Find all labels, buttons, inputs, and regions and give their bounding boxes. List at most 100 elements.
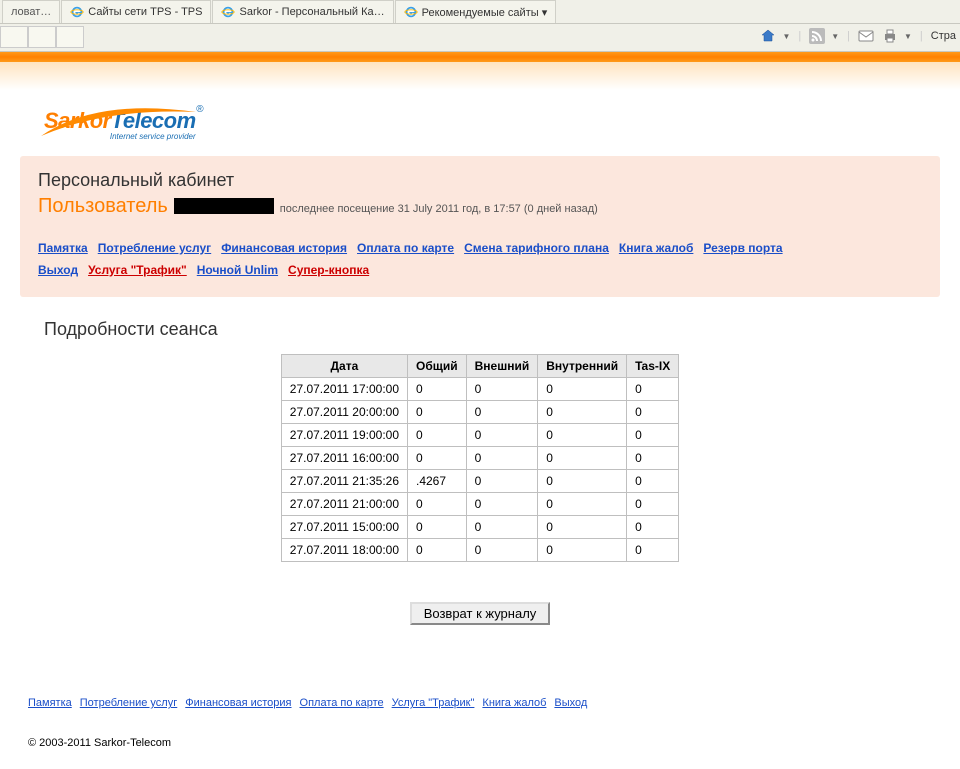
table-cell: 0	[627, 470, 679, 493]
mail-icon[interactable]	[858, 28, 874, 44]
table-row: 27.07.2011 21:00:000000	[281, 493, 678, 516]
table-row: 27.07.2011 21:35:26.4267000	[281, 470, 678, 493]
section-title: Подробности сеанса	[44, 319, 940, 340]
table-cell: 27.07.2011 19:00:00	[281, 424, 407, 447]
footer-link[interactable]: Финансовая история	[185, 697, 291, 709]
table-header: Tas-IX	[627, 355, 679, 378]
table-cell: 0	[408, 401, 467, 424]
table-row: 27.07.2011 19:00:000000	[281, 424, 678, 447]
logo-area: ® SarkorTelecom Internet service provide…	[20, 90, 940, 144]
browser-tab[interactable]: Сайты сети TPS - TPS	[61, 0, 211, 23]
table-cell: 0	[466, 493, 538, 516]
toolbar-button[interactable]	[0, 26, 28, 48]
browser-tab[interactable]: Sarkor - Персональный Ка…	[212, 0, 393, 23]
table-cell: 0	[627, 378, 679, 401]
table-cell: 0	[627, 539, 679, 562]
nav-link[interactable]: Памятка	[38, 241, 88, 255]
footer-link[interactable]: Выход	[554, 697, 587, 709]
toolbar-button[interactable]	[28, 26, 56, 48]
footer-link[interactable]: Потребление услуг	[80, 697, 177, 709]
tab-label: ловат…	[11, 6, 51, 18]
table-cell: 0	[627, 447, 679, 470]
nav-link[interactable]: Ночной Unlim	[197, 263, 278, 277]
nav-link[interactable]: Книга жалоб	[619, 241, 694, 255]
table-cell: 27.07.2011 20:00:00	[281, 401, 407, 424]
table-cell: 0	[538, 401, 627, 424]
footer-link[interactable]: Оплата по карте	[300, 697, 384, 709]
table-cell: 0	[538, 378, 627, 401]
home-icon[interactable]	[760, 28, 776, 44]
table-cell: 27.07.2011 17:00:00	[281, 378, 407, 401]
table-cell: 0	[538, 424, 627, 447]
table-cell: .4267	[408, 470, 467, 493]
nav-link[interactable]: Резерв порта	[703, 241, 782, 255]
table-row: 27.07.2011 20:00:000000	[281, 401, 678, 424]
chevron-down-icon[interactable]: ▼	[904, 32, 912, 41]
table-cell: 0	[408, 493, 467, 516]
table-row: 27.07.2011 15:00:000000	[281, 516, 678, 539]
table-cell: 0	[538, 470, 627, 493]
redacted-username	[174, 198, 274, 214]
ie-icon	[221, 5, 235, 19]
logo[interactable]: ® SarkorTelecom Internet service provide…	[44, 108, 196, 134]
toolbar-button[interactable]	[56, 26, 84, 48]
toolbar-label[interactable]: Стра	[931, 30, 956, 42]
table-cell: 0	[538, 447, 627, 470]
table-cell: 27.07.2011 18:00:00	[281, 539, 407, 562]
table-cell: 0	[408, 424, 467, 447]
registered-icon: ®	[196, 104, 203, 115]
table-cell: 0	[408, 516, 467, 539]
table-cell: 0	[466, 447, 538, 470]
table-header: Внутренний	[538, 355, 627, 378]
logo-text-2: Telecom	[111, 108, 196, 133]
table-cell: 0	[466, 470, 538, 493]
footer-link[interactable]: Памятка	[28, 697, 72, 709]
table-cell: 0	[408, 539, 467, 562]
browser-tab[interactable]: ловат…	[2, 0, 60, 23]
table-cell: 27.07.2011 16:00:00	[281, 447, 407, 470]
table-row: 27.07.2011 16:00:000000	[281, 447, 678, 470]
table-cell: 0	[466, 424, 538, 447]
table-cell: 27.07.2011 21:00:00	[281, 493, 407, 516]
table-cell: 0	[627, 516, 679, 539]
nav-link[interactable]: Супер-кнопка	[288, 263, 369, 277]
print-icon[interactable]	[882, 28, 898, 44]
rss-icon[interactable]	[809, 28, 825, 44]
table-cell: 0	[627, 401, 679, 424]
return-button[interactable]: Возврат к журналу	[410, 602, 551, 625]
nav-link[interactable]: Выход	[38, 263, 78, 277]
logo-text-1: Sarkor	[44, 108, 111, 133]
table-cell: 0	[538, 539, 627, 562]
orange-bar	[0, 52, 960, 62]
table-cell: 0	[408, 447, 467, 470]
table-cell: 0	[627, 493, 679, 516]
chevron-down-icon[interactable]: ▼	[782, 32, 790, 41]
nav-link[interactable]: Потребление услуг	[98, 241, 211, 255]
table-cell: 27.07.2011 15:00:00	[281, 516, 407, 539]
table-cell: 27.07.2011 21:35:26	[281, 470, 407, 493]
browser-tab[interactable]: Рекомендуемые сайты ▾	[395, 0, 557, 23]
chevron-down-icon[interactable]: ▼	[831, 32, 839, 41]
table-header: Внешний	[466, 355, 538, 378]
nav-link[interactable]: Услуга "Трафик"	[88, 263, 187, 277]
table-cell: 0	[466, 401, 538, 424]
table-row: 27.07.2011 18:00:000000	[281, 539, 678, 562]
table-cell: 0	[627, 424, 679, 447]
nav-link[interactable]: Смена тарифного плана	[464, 241, 609, 255]
tab-label: Рекомендуемые сайты ▾	[422, 6, 548, 19]
nav-links: Памятка Потребление услуг Финансовая истор…	[38, 238, 922, 281]
footer-link[interactable]: Книга жалоб	[482, 697, 546, 709]
ie-icon	[70, 5, 84, 19]
table-row: 27.07.2011 17:00:000000	[281, 378, 678, 401]
table-cell: 0	[466, 539, 538, 562]
session-table: ДатаОбщийВнешнийВнутреннийTas-IX 27.07.2…	[281, 354, 679, 562]
nav-link[interactable]: Финансовая история	[221, 241, 347, 255]
nav-link[interactable]: Оплата по карте	[357, 241, 454, 255]
table-cell: 0	[538, 493, 627, 516]
ie-command-bar: ▼ | ▼ | ▼ | Стра	[0, 24, 960, 52]
table-header: Общий	[408, 355, 467, 378]
table-cell: 0	[408, 378, 467, 401]
footer-link[interactable]: Услуга "Трафик"	[392, 697, 475, 709]
panel-title: Персональный кабинет	[38, 170, 922, 191]
copyright: © 2003-2011 Sarkor-Telecom	[28, 737, 932, 749]
